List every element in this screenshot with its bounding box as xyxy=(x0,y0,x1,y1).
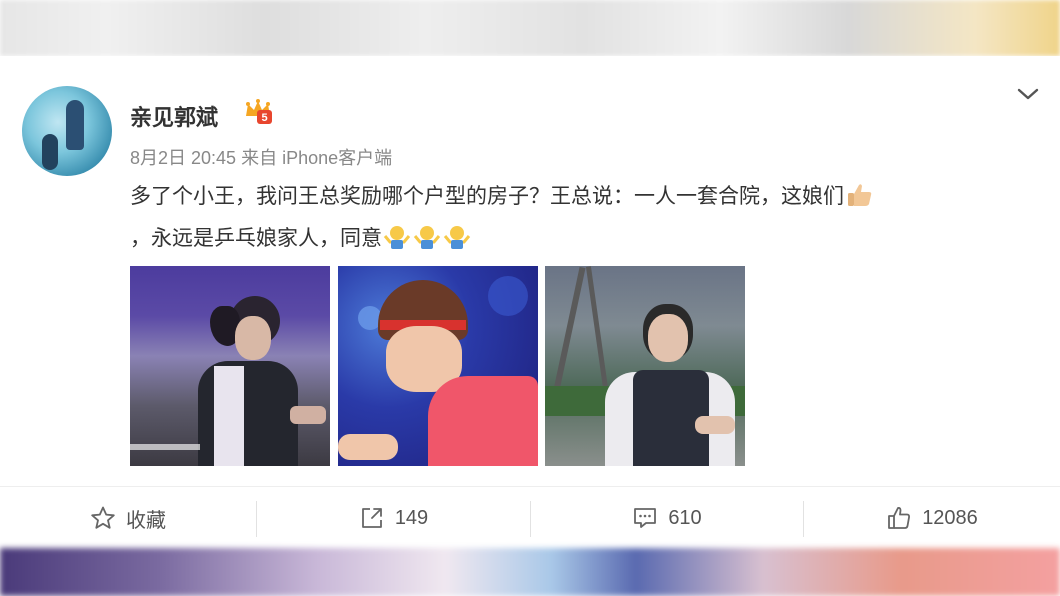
repost-button[interactable]: 149 xyxy=(257,487,530,549)
thumbs-up-icon xyxy=(888,507,911,529)
username[interactable]: 亲见郭斌 xyxy=(130,100,218,132)
comment-count: 610 xyxy=(668,506,702,529)
favorite-label: 收藏 xyxy=(126,509,166,532)
vip-crown-badge-icon: 5 xyxy=(246,99,272,124)
avatar-figure-standing xyxy=(66,100,84,150)
post-text-line-2: ，永远是乒乓娘家人，同意 xyxy=(130,227,382,250)
avatar-figure-sitting xyxy=(42,134,58,170)
comment-button[interactable]: 610 xyxy=(531,487,803,549)
thumbs-up-emoji xyxy=(848,184,872,206)
shrug-emoji xyxy=(443,226,471,249)
post-photo-2[interactable] xyxy=(338,266,538,466)
shrug-emoji xyxy=(413,226,441,249)
shrug-emoji xyxy=(383,226,411,249)
post-photo-3[interactable] xyxy=(545,266,745,466)
blurred-background-bottom xyxy=(0,548,1060,596)
like-button[interactable]: 12086 xyxy=(804,487,1060,549)
favorite-button[interactable]: 收藏 xyxy=(0,487,256,549)
like-count: 12086 xyxy=(922,506,978,529)
comment-icon xyxy=(634,508,657,528)
svg-text:5: 5 xyxy=(261,112,267,124)
post-meta: 8月2日 20:45 来自 iPhone客户端 xyxy=(130,148,393,168)
action-bar: 收藏 149 610 12086 xyxy=(0,486,1060,549)
post-photo-1[interactable] xyxy=(130,266,330,466)
blurred-background-top xyxy=(0,0,1060,56)
repost-count: 149 xyxy=(394,506,429,529)
star-icon xyxy=(91,506,115,529)
avatar[interactable] xyxy=(22,86,112,176)
post-text: 多了个小王，我问王总奖励哪个户型的房子？王总说：一人一套合院，这娘们 ，永远是乒… xyxy=(130,176,1040,260)
chevron-down-icon[interactable] xyxy=(1016,86,1040,102)
post-text-line-1: 多了个小王，我问王总奖励哪个户型的房子？王总说：一人一套合院，这娘们 xyxy=(130,185,844,208)
share-icon xyxy=(361,508,382,528)
weibo-post-card: 亲见郭斌 5 8月2日 20:45 来自 iPhone客户端 多了个小王，我问王… xyxy=(0,56,1060,548)
